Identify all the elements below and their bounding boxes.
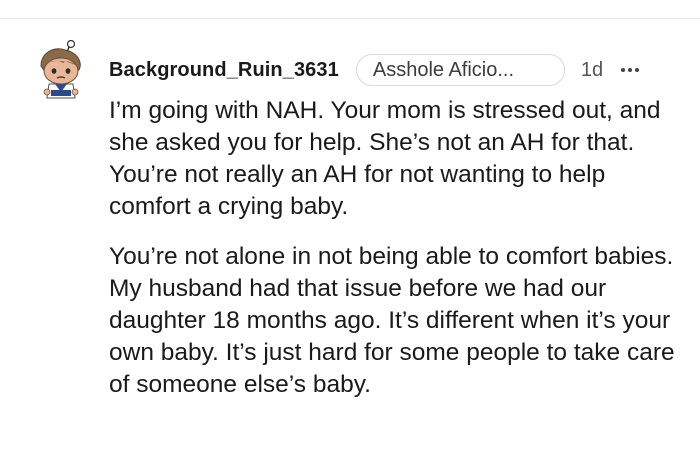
comment-paragraph: You’re not alone in not being able to co… (109, 243, 675, 398)
ellipsis-icon[interactable] (621, 60, 640, 80)
comment-meta: Background_Ruin_3631 Asshole Aficio... 1… (109, 52, 640, 88)
user-flair-badge: Asshole Aficio... (355, 54, 565, 86)
comment: Background_Ruin_3631 Asshole Aficio... 1… (0, 0, 700, 459)
dot-icon (635, 68, 640, 72)
comment-body: I’m going with NAH. Your mom is stressed… (109, 95, 689, 419)
dot-icon (628, 68, 633, 72)
comment-paragraph: I’m going with NAH. Your mom is stressed… (109, 97, 661, 220)
dot-icon (621, 68, 626, 72)
username-link[interactable]: Background_Ruin_3631 (109, 59, 339, 82)
snoo-avatar-icon[interactable] (33, 39, 89, 102)
comment-timestamp[interactable]: 1d (581, 59, 603, 82)
